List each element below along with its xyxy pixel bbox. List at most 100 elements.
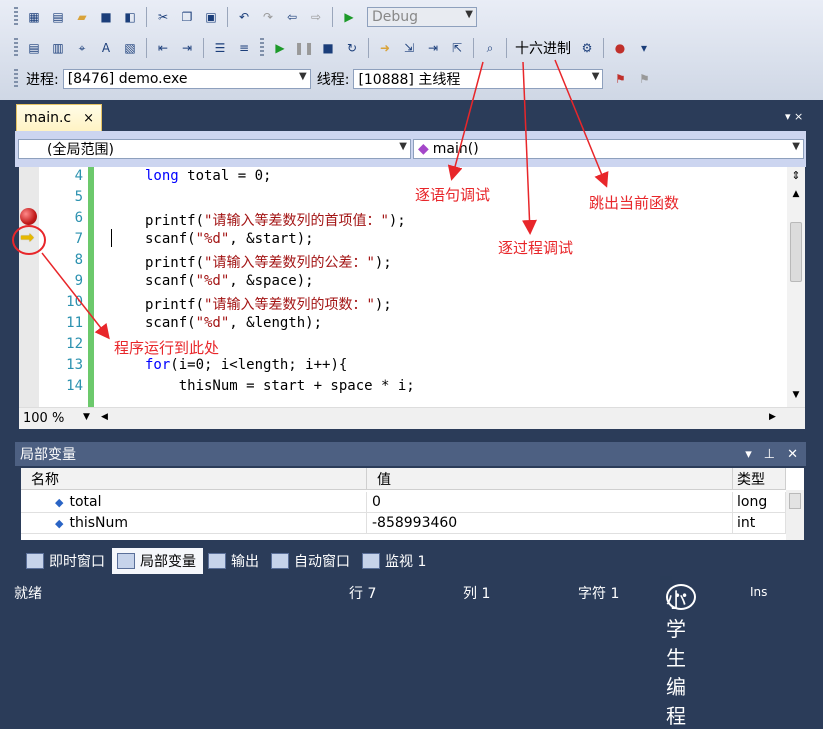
split-icon[interactable]: ⇕	[789, 169, 803, 185]
tab-immediate[interactable]: 即时窗口	[21, 548, 112, 574]
cut-icon[interactable]: ✂	[154, 8, 172, 26]
table-row[interactable]: ◆ total	[21, 492, 367, 513]
hex-display-button[interactable]: 十六进制	[515, 38, 571, 58]
locals-scrollbar[interactable]	[786, 490, 804, 540]
code-line[interactable]: scanf("%d", &space);	[145, 273, 314, 289]
code-line[interactable]: thisNum = start + space * i;	[145, 378, 415, 394]
code-line[interactable]: for(i=0; i<length; i++){	[145, 357, 347, 373]
code-line[interactable]: printf("请输入等差数列的公差：");	[145, 252, 392, 272]
save-icon[interactable]: ■	[97, 8, 115, 26]
scope-combo[interactable]: (全局范围) ▼	[18, 139, 411, 159]
continue-icon[interactable]: ▶	[271, 39, 289, 57]
tab-locals[interactable]: 局部变量	[112, 548, 203, 574]
scroll-thumb[interactable]	[789, 493, 801, 509]
quick-watch-icon[interactable]: ⌕	[481, 39, 499, 57]
toolbar-grip[interactable]	[260, 38, 264, 58]
toolbar-grip[interactable]	[14, 38, 18, 58]
comment-icon[interactable]: ☰	[211, 39, 229, 57]
code-line[interactable]: printf("请输入等差数列的项数：");	[145, 294, 392, 314]
restart-icon[interactable]: ↻	[343, 39, 361, 57]
tab-autos[interactable]: 自动窗口	[266, 548, 357, 574]
undo-icon[interactable]: ↶	[235, 8, 253, 26]
quick-info-icon[interactable]: A	[97, 39, 115, 57]
code-line[interactable]: scanf("%d", &length);	[145, 315, 322, 331]
code-line[interactable]: long total = 0;	[145, 168, 271, 184]
scroll-up-icon[interactable]: ▲	[790, 189, 802, 199]
vertical-scrollbar[interactable]: ⇕ ▲ ▼	[787, 167, 805, 407]
redo-icon[interactable]: ↷	[259, 8, 277, 26]
code-line[interactable]: scanf("%d", &start);	[145, 231, 314, 247]
breakpoints-window-icon[interactable]: ●	[611, 39, 629, 57]
tab-watch-1[interactable]: 监视 1	[357, 548, 433, 574]
scroll-right-icon[interactable]: ▶	[769, 412, 776, 422]
step-over-icon[interactable]: ⇥	[424, 39, 442, 57]
function-combo[interactable]: ◆ main() ▼	[413, 139, 804, 159]
chevron-down-icon: ▼	[591, 71, 600, 82]
close-icon[interactable]: ✕	[787, 447, 798, 462]
new-project-icon[interactable]: ▦	[25, 8, 43, 26]
tab-label: 输出	[231, 554, 259, 570]
toolbar-grip[interactable]	[14, 69, 18, 89]
outdent-icon[interactable]: ⇤	[154, 39, 172, 57]
variable-icon: ◆	[55, 495, 64, 509]
flag-all-icon[interactable]: ⚑	[635, 70, 653, 88]
parameter-info-icon[interactable]: ⌖	[73, 39, 91, 57]
breakpoint-gutter[interactable]: ➡	[19, 167, 39, 407]
word-icon[interactable]: ▧	[121, 39, 139, 57]
solution-config-combo[interactable]: Debug ▼	[367, 7, 477, 27]
copy-icon[interactable]: ❐	[178, 8, 196, 26]
navigation-bar: (全局范围) ▼ ◆ main() ▼	[15, 131, 806, 167]
threads-icon[interactable]: ⚙	[578, 39, 596, 57]
local-value[interactable]: -858993460	[367, 513, 733, 534]
column-header-type[interactable]: 类型	[733, 468, 786, 490]
breakpoint-icon[interactable]	[20, 208, 37, 225]
show-next-statement-icon[interactable]: ➜	[376, 39, 394, 57]
flag-icon[interactable]: ⚑	[611, 70, 629, 88]
column-header-value[interactable]: 值	[367, 468, 733, 490]
locals-grid: 名称 值 类型 ◆ total 0 long ◆ thisNum -858993…	[21, 468, 804, 540]
step-out-icon[interactable]: ⇱	[448, 39, 466, 57]
tab-output[interactable]: 输出	[203, 548, 266, 574]
close-icon[interactable]: ×	[83, 111, 94, 126]
code-line[interactable]: printf("请输入等差数列的首项值：");	[145, 210, 406, 230]
open-file-icon[interactable]: ▰	[73, 8, 91, 26]
window-icon	[362, 553, 380, 569]
chevron-down-icon: ▼	[299, 71, 307, 82]
save-all-icon[interactable]: ◧	[121, 8, 139, 26]
uncomment-icon[interactable]: ≡	[235, 39, 253, 57]
toolbar-separator	[603, 38, 604, 58]
local-name: total	[69, 494, 102, 510]
indent-icon[interactable]: ⇥	[178, 39, 196, 57]
pin-icon[interactable]: ⊥	[764, 447, 775, 462]
local-value[interactable]: 0	[367, 492, 733, 513]
toolbar-grip[interactable]	[14, 7, 18, 27]
thread-combo[interactable]: [10888] 主线程 ▼	[353, 69, 604, 89]
change-tracking-bar	[88, 167, 94, 407]
chevron-down-icon[interactable]: ▾	[635, 39, 653, 57]
chevron-down-icon[interactable]: ▾	[745, 447, 752, 462]
navigate-forward-icon[interactable]: ⇨	[307, 8, 325, 26]
add-item-icon[interactable]: ▤	[49, 8, 67, 26]
chevron-down-icon[interactable]: ▼	[83, 412, 90, 422]
process-combo[interactable]: [8476] demo.exe ▼	[62, 69, 311, 89]
stop-icon[interactable]: ■	[319, 39, 337, 57]
window-icon	[208, 553, 226, 569]
solution-config-value: Debug	[372, 9, 419, 25]
step-into-icon[interactable]: ⇲	[400, 39, 418, 57]
navigate-back-icon[interactable]: ⇦	[283, 8, 301, 26]
members-icon[interactable]: ▥	[49, 39, 67, 57]
pause-icon[interactable]: ❚❚	[294, 39, 314, 57]
column-header-name[interactable]: 名称	[21, 468, 367, 490]
zoom-level[interactable]: 100 %	[23, 411, 64, 426]
format-icon[interactable]: ▤	[25, 39, 43, 57]
table-row[interactable]: ◆ thisNum	[21, 513, 367, 534]
tab-menu-icon[interactable]: ▾ ×	[785, 110, 803, 123]
code-editor[interactable]: ➡ 4 5 6 7 8 9 10 11 12 13 14 long total = 0; printf…	[19, 167, 805, 407]
scroll-thumb[interactable]	[790, 222, 802, 282]
paste-icon[interactable]: ▣	[202, 8, 220, 26]
thread-value: [10888] 主线程	[358, 72, 461, 88]
scroll-left-icon[interactable]: ◀	[101, 412, 108, 422]
scroll-down-icon[interactable]: ▼	[790, 390, 802, 400]
start-debugging-icon[interactable]: ▶	[340, 8, 358, 26]
tab-main-c[interactable]: main.c ×	[16, 104, 102, 131]
